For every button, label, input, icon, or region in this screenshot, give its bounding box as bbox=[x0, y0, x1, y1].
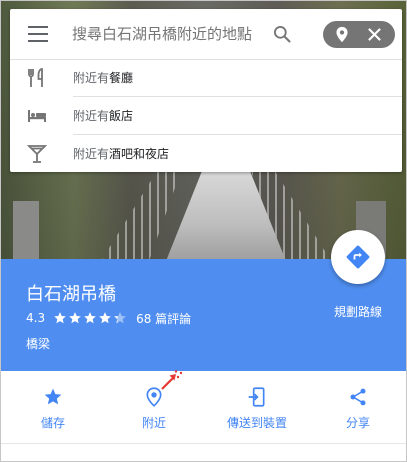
nearby-keyword: 酒吧和夜店 bbox=[109, 147, 170, 161]
search-input[interactable] bbox=[72, 19, 262, 49]
hotel-icon bbox=[28, 110, 46, 122]
pointer-arrow-icon bbox=[161, 370, 183, 390]
bar-icon bbox=[26, 145, 48, 163]
save-label: 儲存 bbox=[40, 416, 65, 430]
place-category: 橋梁 bbox=[26, 337, 51, 351]
nearby-bars[interactable]: 附近有酒吧和夜店 bbox=[10, 135, 402, 172]
place-screen: 附近有餐廳 附近有飯店 附近有酒吧和夜店 白石湖吊橋 bbox=[0, 0, 407, 462]
location-pin-icon[interactable] bbox=[335, 26, 349, 43]
star-icon bbox=[99, 312, 111, 324]
nearby-keyword: 餐廳 bbox=[109, 71, 134, 85]
directions-button[interactable] bbox=[331, 230, 385, 284]
save-button[interactable]: 儲存 bbox=[5, 371, 101, 443]
action-bar: 儲存 附近 傳送到裝置 分享 bbox=[1, 371, 406, 444]
nearby-label: 附近有飯店 bbox=[73, 107, 133, 124]
nearby-label: 附近有餐廳 bbox=[73, 69, 133, 86]
nearby-prefix: 附近有 bbox=[73, 71, 110, 85]
star-icon bbox=[114, 312, 126, 324]
send-to-device-label: 傳送到裝置 bbox=[226, 416, 287, 430]
send-to-device-icon bbox=[248, 387, 265, 407]
send-to-device-button[interactable]: 傳送到裝置 bbox=[209, 371, 305, 443]
menu-icon[interactable] bbox=[28, 26, 48, 42]
star-icon bbox=[84, 312, 96, 324]
share-label: 分享 bbox=[345, 416, 370, 430]
restaurant-icon bbox=[28, 68, 43, 87]
star-icon bbox=[69, 312, 81, 324]
nearby-button[interactable]: 附近 bbox=[106, 371, 202, 443]
nearby-prefix: 附近有 bbox=[73, 147, 110, 161]
nearby-label: 附近有酒吧和夜店 bbox=[73, 145, 169, 162]
star-icon bbox=[44, 388, 62, 405]
nearby-prefix: 附近有 bbox=[73, 109, 110, 123]
nearby-restaurants[interactable]: 附近有餐廳 bbox=[10, 59, 402, 96]
rating-row[interactable]: 4.3 68 篇評論 bbox=[26, 310, 191, 326]
search-icon[interactable] bbox=[272, 24, 292, 44]
rating-stars bbox=[53, 311, 128, 325]
close-icon[interactable] bbox=[367, 27, 382, 42]
star-icon bbox=[54, 312, 66, 324]
directions-label[interactable]: 規劃路線 bbox=[321, 303, 395, 320]
directions-icon bbox=[346, 245, 370, 269]
rating-value: 4.3 bbox=[26, 311, 46, 325]
bridge-post-left bbox=[13, 201, 39, 259]
review-count[interactable]: 68 篇評論 bbox=[136, 310, 191, 327]
nearby-hotels[interactable]: 附近有飯店 bbox=[10, 97, 402, 134]
nearby-keyword: 飯店 bbox=[109, 109, 134, 123]
nearby-label: 附近 bbox=[141, 416, 166, 430]
search-bar bbox=[10, 9, 402, 59]
share-icon bbox=[350, 388, 366, 406]
place-title: 白石湖吊橋 bbox=[26, 284, 116, 305]
search-card: 附近有餐廳 附近有飯店 附近有酒吧和夜店 bbox=[10, 9, 402, 172]
location-close-pill bbox=[323, 21, 395, 48]
share-button[interactable]: 分享 bbox=[310, 371, 406, 443]
